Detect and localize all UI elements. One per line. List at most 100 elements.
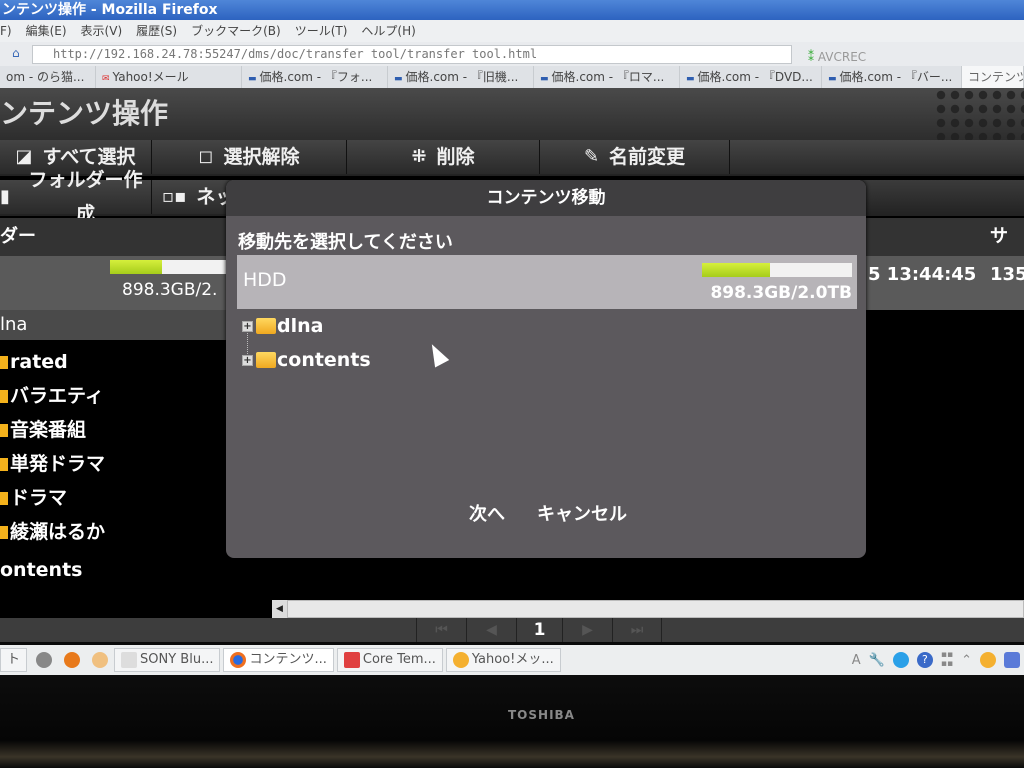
browser-tab[interactable]: om - のら猫... bbox=[0, 66, 96, 88]
mouse-cursor-icon bbox=[424, 340, 450, 368]
tree-root-contents[interactable]: ontents bbox=[0, 555, 82, 585]
help-icon[interactable]: ? bbox=[916, 652, 933, 668]
browser-tab[interactable]: ▬ 価格.com - 『バー... bbox=[822, 66, 962, 88]
scroll-left-arrow-icon[interactable]: ◀ bbox=[272, 600, 288, 618]
tree-item-label: 綾瀬はるか bbox=[10, 521, 106, 543]
folder-icon bbox=[0, 423, 8, 437]
folder-icon bbox=[0, 355, 8, 369]
taskbar: ト SONY Blu... コンテンツ... Core Tem... Yahoo… bbox=[0, 645, 1024, 675]
quicklaunch-icon[interactable] bbox=[64, 652, 81, 668]
tab-label: 価格.com - 『フォ... bbox=[259, 70, 373, 84]
folder-icon bbox=[256, 318, 276, 334]
browser-tab[interactable]: ▬ 価格.com - 『DVD... bbox=[680, 66, 822, 88]
button-label: 削除 bbox=[436, 146, 475, 168]
tree-root-dlna[interactable]: lna bbox=[0, 310, 230, 340]
tree-item[interactable]: バラエティ bbox=[0, 381, 104, 411]
home-icon[interactable]: ⌂ bbox=[12, 46, 20, 60]
menu-edit[interactable]: 編集(E) bbox=[26, 20, 67, 42]
ime-icon[interactable]: A bbox=[852, 653, 861, 668]
window-title-bar: ンテンツ操作 - Mozilla Firefox bbox=[0, 0, 1024, 20]
tree-item[interactable]: rated bbox=[0, 347, 68, 377]
wrench-icon[interactable]: 🔧 bbox=[869, 653, 885, 668]
tab-strip: om - のら猫... ✉ Yahoo!メール ▬ 価格.com - 『フォ... … bbox=[0, 66, 1024, 88]
next-button[interactable]: 次へ bbox=[469, 500, 505, 526]
tree-item-label: ontents bbox=[0, 559, 83, 581]
browser-tab[interactable]: ▬ 価格.com - 『ロマ... bbox=[534, 66, 680, 88]
tab-label: 価格.com - 『旧機... bbox=[405, 70, 519, 84]
toolbar-row-1: ◪ すべて選択 ◻ 選択解除 ⁜ 削除 ✎ 名前変更 bbox=[0, 140, 1024, 176]
tray-app-icon[interactable] bbox=[1004, 652, 1020, 668]
browser-tab-active[interactable]: コンテンツ bbox=[962, 66, 1024, 88]
create-folder-button[interactable]: ▮ フォルダー作成 bbox=[0, 169, 152, 225]
yahoo-messenger-icon[interactable] bbox=[980, 652, 996, 668]
destination-folder-dlna[interactable]: + dlna bbox=[242, 312, 323, 340]
start-button[interactable]: ト bbox=[0, 648, 28, 672]
folder-icon bbox=[0, 457, 8, 471]
hdd-capacity: 898.3GB/2.0TB bbox=[710, 283, 852, 303]
tree-item[interactable]: 綾瀬はるか bbox=[0, 517, 105, 547]
folder-icon bbox=[256, 352, 276, 368]
taskbar-window-label: SONY Blu... bbox=[140, 652, 214, 667]
next-page-button[interactable]: ▶ bbox=[562, 618, 612, 642]
last-page-button[interactable]: ⏭ bbox=[612, 618, 662, 642]
browser-tab[interactable]: ▬ 価格.com - 『旧機... bbox=[388, 66, 534, 88]
taskbar-window[interactable]: Core Tem... bbox=[336, 648, 443, 672]
column-folder[interactable]: ダー bbox=[0, 218, 36, 256]
taskbar-window-label: Core Tem... bbox=[362, 652, 436, 667]
row-size: 135 bbox=[990, 264, 1024, 285]
kakaku-icon: ▬ bbox=[686, 74, 695, 84]
page-title: ンテンツ操作 bbox=[0, 88, 1024, 140]
document-icon bbox=[121, 652, 138, 668]
current-page: 1 bbox=[516, 618, 562, 642]
tree-item[interactable]: 音楽番組 bbox=[0, 415, 86, 445]
destination-folder-contents[interactable]: + contents bbox=[242, 346, 371, 374]
expand-icon[interactable]: + bbox=[242, 320, 253, 332]
menu-history[interactable]: 履歴(S) bbox=[136, 20, 177, 42]
taskbar-window[interactable]: Yahoo!メッ... bbox=[445, 648, 561, 672]
firefox-icon bbox=[230, 652, 247, 668]
hdd-label: HDD bbox=[243, 269, 287, 291]
url-bar[interactable]: http://192.168.24.78:55247/dms/doc/trans… bbox=[32, 45, 792, 64]
search-engine-name: AVCREC bbox=[817, 50, 867, 64]
taskbar-window-active[interactable]: コンテンツ... bbox=[223, 648, 334, 672]
ime-mode-icon[interactable]: ▪▪ ▪▪ bbox=[941, 651, 953, 669]
browser-tab[interactable]: ✉ Yahoo!メール bbox=[96, 66, 242, 88]
dialog-prompt: 移動先を選択してください bbox=[238, 232, 453, 253]
menu-help[interactable]: ヘルプ(H) bbox=[361, 20, 415, 42]
prev-page-button[interactable]: ◀ bbox=[466, 618, 516, 642]
folder-icon bbox=[0, 389, 8, 403]
quicklaunch-icon[interactable] bbox=[36, 652, 53, 668]
tree-item[interactable]: ドラマ bbox=[0, 483, 67, 513]
browser-tab[interactable]: ▬ 価格.com - 『フォ... bbox=[242, 66, 388, 88]
tray-expand-icon[interactable]: ⌃ bbox=[961, 653, 972, 668]
delete-button[interactable]: ⁜ 削除 bbox=[347, 140, 540, 174]
folder-icon: ▮ bbox=[0, 186, 10, 207]
horizontal-scrollbar[interactable] bbox=[272, 600, 1024, 618]
folder-name: contents bbox=[277, 349, 371, 371]
tab-label: Yahoo!メール bbox=[112, 70, 189, 84]
menu-tools[interactable]: ツール(T) bbox=[295, 20, 348, 42]
start-label: ト bbox=[7, 652, 21, 667]
folder-icon bbox=[0, 491, 8, 505]
tree-item-label: rated bbox=[10, 351, 68, 373]
taskbar-window[interactable]: SONY Blu... bbox=[114, 648, 221, 672]
menu-view[interactable]: 表示(V) bbox=[81, 20, 123, 42]
menu-file[interactable]: F) bbox=[0, 20, 12, 42]
first-page-button[interactable]: ⏮ bbox=[416, 618, 466, 642]
dialog-title: コンテンツ移動 bbox=[226, 180, 866, 216]
rename-button[interactable]: ✎ 名前変更 bbox=[540, 140, 730, 174]
network-globe-icon[interactable] bbox=[892, 652, 909, 668]
search-engine-label[interactable]: ⁑ AVCREC bbox=[808, 50, 866, 64]
destination-hdd[interactable]: HDD 898.3GB/2.0TB bbox=[237, 255, 857, 368]
menu-bookmarks[interactable]: ブックマーク(B) bbox=[191, 20, 281, 42]
deselect-button[interactable]: ◻ 選択解除 bbox=[152, 140, 347, 174]
button-label: 名前変更 bbox=[609, 146, 686, 168]
tree-item-label: 単発ドラマ bbox=[10, 453, 106, 475]
move-content-dialog: コンテンツ移動 移動先を選択してください HDD 898.3GB/2.0TB +… bbox=[226, 180, 866, 558]
tab-label: 価格.com - 『DVD... bbox=[697, 70, 813, 84]
expand-icon[interactable]: + bbox=[242, 354, 253, 366]
cancel-button[interactable]: キャンセル bbox=[537, 500, 627, 526]
tree-item[interactable]: 単発ドラマ bbox=[0, 449, 105, 479]
drive-capacity: 898.3GB/2. bbox=[122, 280, 218, 300]
quicklaunch-icon[interactable] bbox=[92, 652, 109, 668]
